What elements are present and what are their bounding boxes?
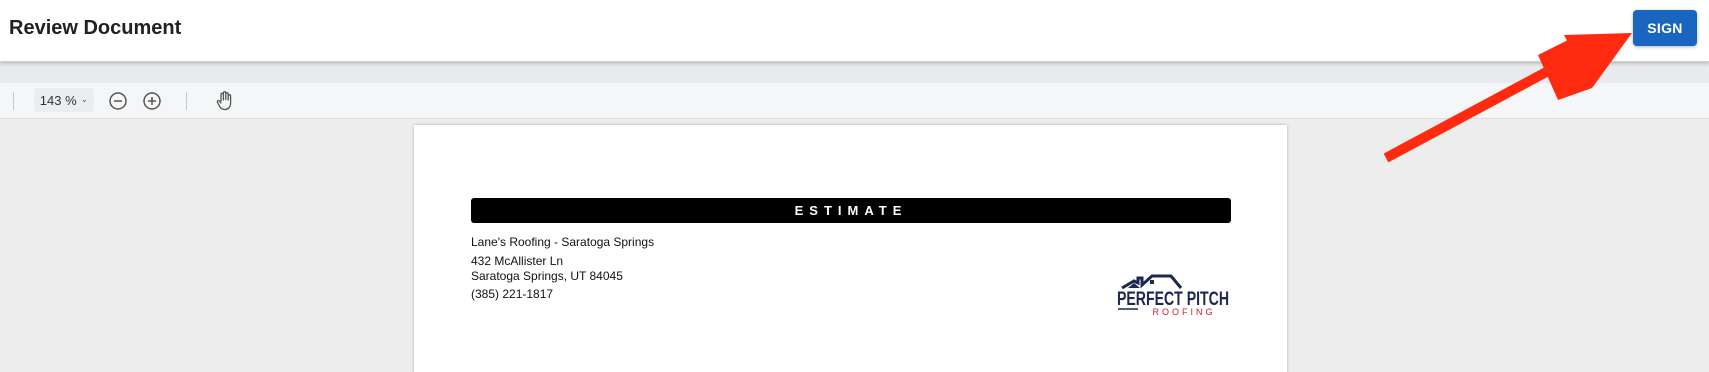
pan-hand-icon[interactable] <box>214 90 236 112</box>
estimate-heading: ESTIMATE <box>471 198 1231 223</box>
company-logo: PERFECT PITCH ROOFING <box>1117 274 1229 317</box>
zoom-out-icon[interactable] <box>107 90 129 112</box>
zoom-value: 143 % <box>39 92 77 108</box>
toolbar-divider <box>13 92 14 110</box>
toolbar-divider <box>186 92 187 110</box>
toolbar-top-band <box>0 62 1709 83</box>
chevron-down-icon: ⌄ <box>80 93 89 104</box>
sign-button[interactable]: SIGN <box>1633 10 1697 46</box>
company-city-state-zip: Saratoga Springs, UT 84045 <box>471 269 623 283</box>
page-title: Review Document <box>9 17 182 39</box>
zoom-in-icon[interactable] <box>141 90 163 112</box>
app-header: Review Document SIGN <box>0 0 1709 62</box>
zoom-select[interactable]: 143 % ⌄ <box>34 88 94 112</box>
logo-text-sub: ROOFING <box>1153 307 1216 317</box>
pdf-toolbar: 143 % ⌄ <box>0 83 1709 119</box>
document-page: ESTIMATE Lane's Roofing - Saratoga Sprin… <box>414 125 1287 372</box>
company-phone: (385) 221-1817 <box>471 287 554 301</box>
company-street: 432 McAllister Ln <box>471 254 564 268</box>
company-name: Lane's Roofing - Saratoga Springs <box>471 235 655 249</box>
